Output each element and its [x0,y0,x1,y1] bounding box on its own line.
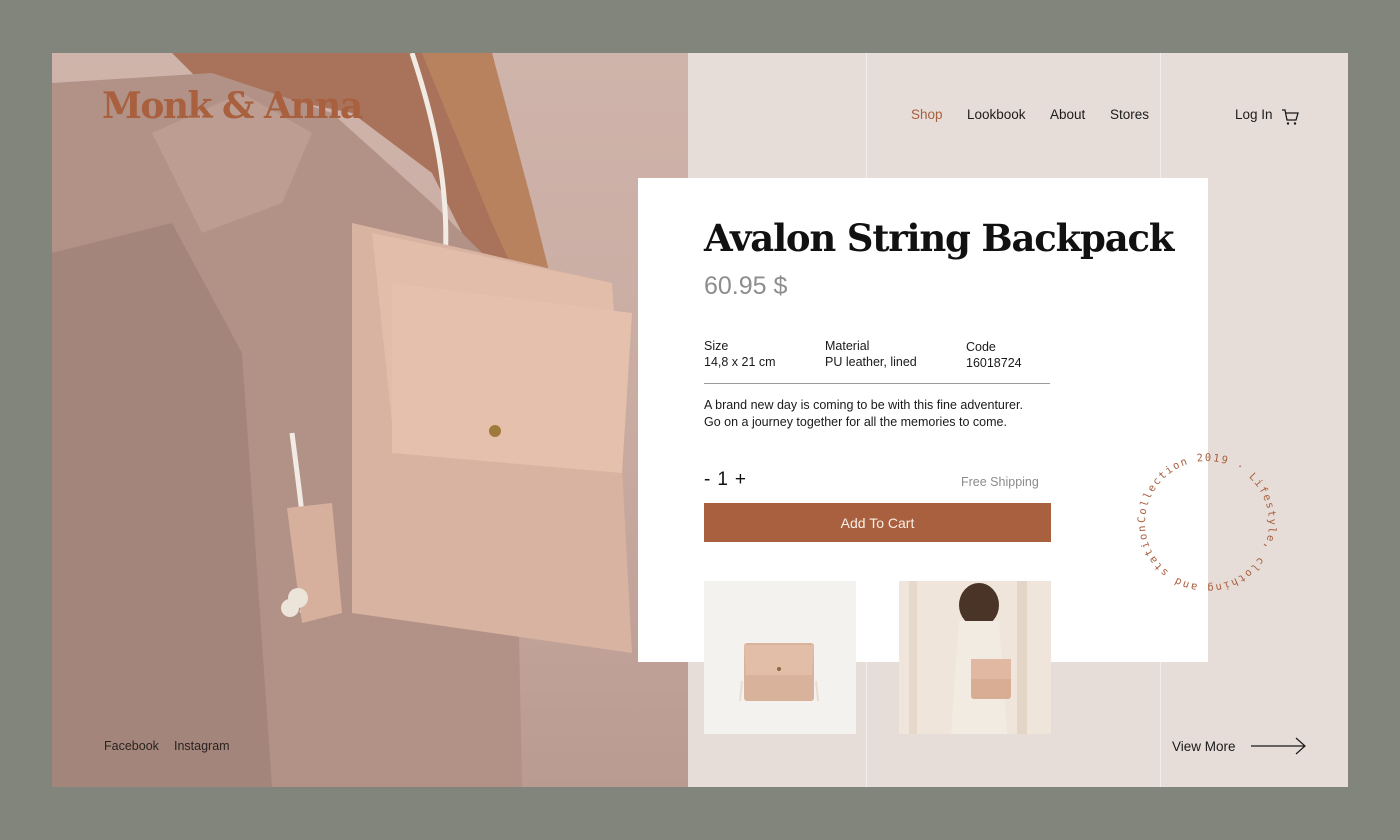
shipping-note: Free Shipping [961,475,1039,489]
spec-value: 16018724 [966,356,1022,370]
nav-shop[interactable]: Shop [911,107,943,122]
nav-about[interactable]: About [1050,107,1085,122]
quantity-stepper: - 1 + [704,469,746,491]
spec-code: Code 16018724 [966,339,1022,371]
spec-material: Material PU leather, lined [825,338,917,370]
description-line: Go on a journey together for all the mem… [704,415,1007,429]
view-more-link[interactable]: View More [1172,736,1308,756]
login-link[interactable]: Log In [1235,107,1273,122]
page-frame: Monk & Anna Shop Lookbook About Stores L… [52,53,1348,787]
product-thumbnail[interactable] [704,581,856,734]
spec-label: Size [704,339,729,353]
description-line: A brand new day is coming to be with thi… [704,398,1023,412]
facebook-link[interactable]: Facebook [104,739,159,753]
spec-value: 14,8 x 21 cm [704,355,776,369]
product-price: 60.95 $ [704,272,788,300]
spec-label: Material [825,339,870,353]
spec-value: PU leather, lined [825,355,917,369]
product-title: Avalon String Backpack [704,216,1174,260]
nav-stores[interactable]: Stores [1110,107,1149,122]
spec-label: Code [966,340,996,354]
arrow-right-icon [1250,737,1306,755]
hero-photo [52,53,688,787]
instagram-link[interactable]: Instagram [174,739,230,753]
view-more-label: View More [1172,738,1236,754]
divider [704,383,1050,384]
add-to-cart-button[interactable]: Add To Cart [704,503,1051,542]
quantity-decrease-button[interactable]: - [704,469,710,491]
quantity-increase-button[interactable]: + [735,469,746,491]
brand-logo[interactable]: Monk & Anna [102,85,363,127]
nav-lookbook[interactable]: Lookbook [967,107,1026,122]
product-description: A brand new day is coming to be with thi… [704,397,1064,431]
spec-size: Size 14,8 x 21 cm [704,338,776,370]
cart-icon[interactable] [1281,108,1299,126]
badge-text: Collection 2019 · Lifestyle, clothing an… [1123,434,1276,594]
lifestyle-thumbnail[interactable] [899,581,1051,734]
collection-badge: Collection 2019 · Lifestyle, clothing an… [1123,434,1287,603]
svg-text:Collection 2019 · Lifestyle, c: Collection 2019 · Lifestyle, clothing an… [1127,443,1278,594]
quantity-value: 1 [717,469,728,490]
